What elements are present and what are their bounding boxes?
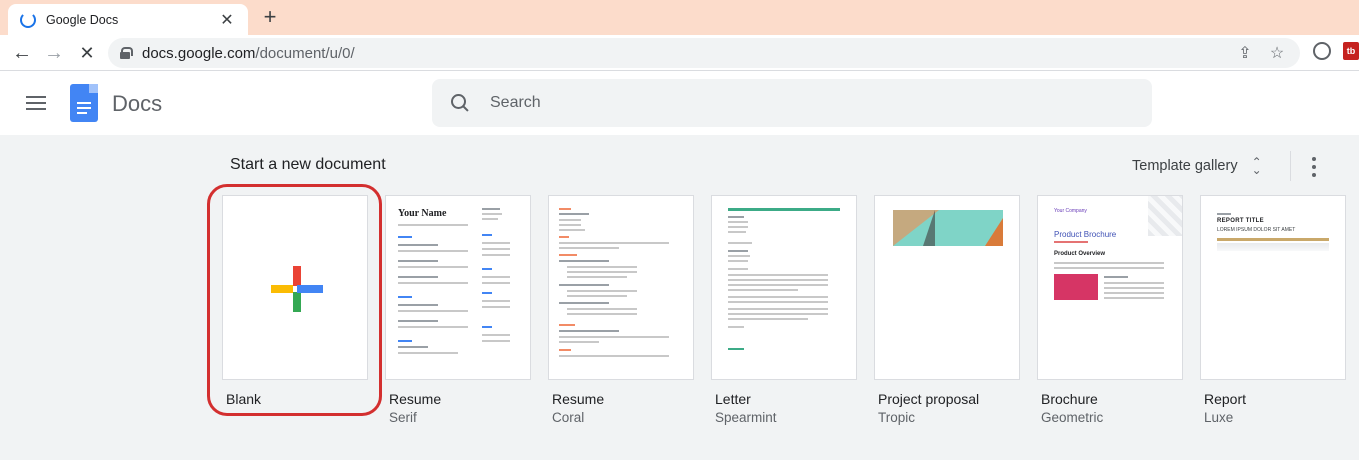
highlight-outline	[207, 184, 382, 416]
browser-tab[interactable]: Google Docs ✕	[8, 4, 248, 35]
template-thumbnail[interactable]	[548, 195, 694, 380]
thumbnail-heading: Your Name	[398, 208, 447, 219]
thumbnail-company: Your Company	[1054, 208, 1087, 214]
template-thumbnail[interactable]: Your Name	[385, 195, 531, 380]
template-title: Letter	[715, 391, 751, 407]
share-icon[interactable]: ⇪	[1234, 43, 1256, 63]
template-brochure-geometric[interactable]: Your Company Product Brochure Product Ov…	[1037, 195, 1183, 425]
template-thumbnail[interactable]	[874, 195, 1020, 380]
template-subtitle: Luxe	[1204, 410, 1234, 425]
template-report-luxe[interactable]: REPORT TITLE LOREM IPSUM DOLOR SIT AMET …	[1200, 195, 1346, 425]
thumbnail-decoration	[1148, 196, 1182, 236]
thumbnail-heading: REPORT TITLE	[1217, 218, 1264, 224]
search-input[interactable]	[490, 94, 1090, 112]
template-resume-coral[interactable]: Resume Coral	[548, 195, 694, 425]
extension-icon[interactable]: tb	[1343, 42, 1359, 60]
template-project-proposal-tropic[interactable]: Project proposal Tropic	[874, 195, 1020, 425]
thumbnail-heading: Product Brochure	[1054, 230, 1117, 239]
url-path: /document/u/0/	[255, 44, 355, 62]
close-tab-icon[interactable]: ✕	[218, 10, 236, 30]
globe-extension-icon[interactable]	[1313, 42, 1331, 60]
template-title: Brochure	[1041, 391, 1098, 407]
url-text[interactable]: docs.google.com/document/u/0/	[142, 45, 1224, 62]
template-subtitle: Spearmint	[715, 410, 777, 425]
template-gallery-button[interactable]: Template gallery ⌃ ⌄	[1124, 150, 1270, 182]
new-tab-button[interactable]: +	[258, 5, 282, 29]
back-button[interactable]: ←	[9, 40, 35, 66]
template-resume-serif[interactable]: Your Name Resume Serif	[385, 195, 531, 425]
template-subtitle: Tropic	[878, 410, 916, 425]
loading-spinner-icon	[20, 11, 36, 28]
browser-tab-strip: Google Docs ✕ +	[0, 0, 1359, 35]
thumbnail-subheading: Product Overview	[1054, 251, 1106, 257]
template-thumbnail[interactable]: REPORT TITLE LOREM IPSUM DOLOR SIT AMET	[1200, 195, 1346, 380]
thumbnail-banner	[893, 210, 1003, 246]
template-title: Report	[1204, 391, 1247, 407]
template-subtitle: Geometric	[1041, 410, 1104, 425]
docs-header: Docs	[0, 71, 1359, 135]
template-thumbnail[interactable]	[711, 195, 857, 380]
thumbnail-image	[1054, 274, 1098, 300]
search-icon[interactable]	[450, 93, 470, 113]
address-bar[interactable]: docs.google.com/document/u/0/ ⇪ ☆	[108, 38, 1300, 68]
thumbnail-subheading: LOREM IPSUM DOLOR SIT AMET	[1217, 227, 1296, 233]
divider	[1290, 151, 1291, 181]
browser-toolbar: ← → ✕ docs.google.com/document/u/0/ ⇪ ☆	[0, 35, 1359, 71]
template-thumbnail[interactable]: Your Company Product Brochure Product Ov…	[1037, 195, 1183, 380]
docs-logo[interactable]	[70, 84, 98, 122]
forward-button[interactable]: →	[41, 40, 67, 66]
expand-collapse-icon: ⌃ ⌄	[1251, 155, 1262, 177]
more-options-icon[interactable]	[1304, 155, 1324, 179]
url-host: docs.google.com	[142, 44, 256, 62]
template-gallery-label: Template gallery	[1132, 158, 1238, 174]
template-title: Resume	[389, 391, 442, 407]
app-name[interactable]: Docs	[112, 91, 162, 117]
template-subtitle: Coral	[552, 410, 585, 425]
main-menu-icon[interactable]	[26, 96, 46, 110]
stop-loading-button[interactable]: ✕	[74, 40, 100, 66]
lock-icon	[120, 47, 133, 59]
template-letter-spearmint[interactable]: Letter Spearmint	[711, 195, 857, 425]
search-box[interactable]	[432, 79, 1152, 127]
template-title: Project proposal	[878, 391, 980, 407]
template-title: Resume	[552, 391, 605, 407]
section-title: Start a new document	[230, 156, 386, 173]
template-subtitle: Serif	[389, 410, 417, 425]
tab-title: Google Docs	[46, 12, 119, 27]
bookmark-star-icon[interactable]: ☆	[1266, 43, 1288, 63]
